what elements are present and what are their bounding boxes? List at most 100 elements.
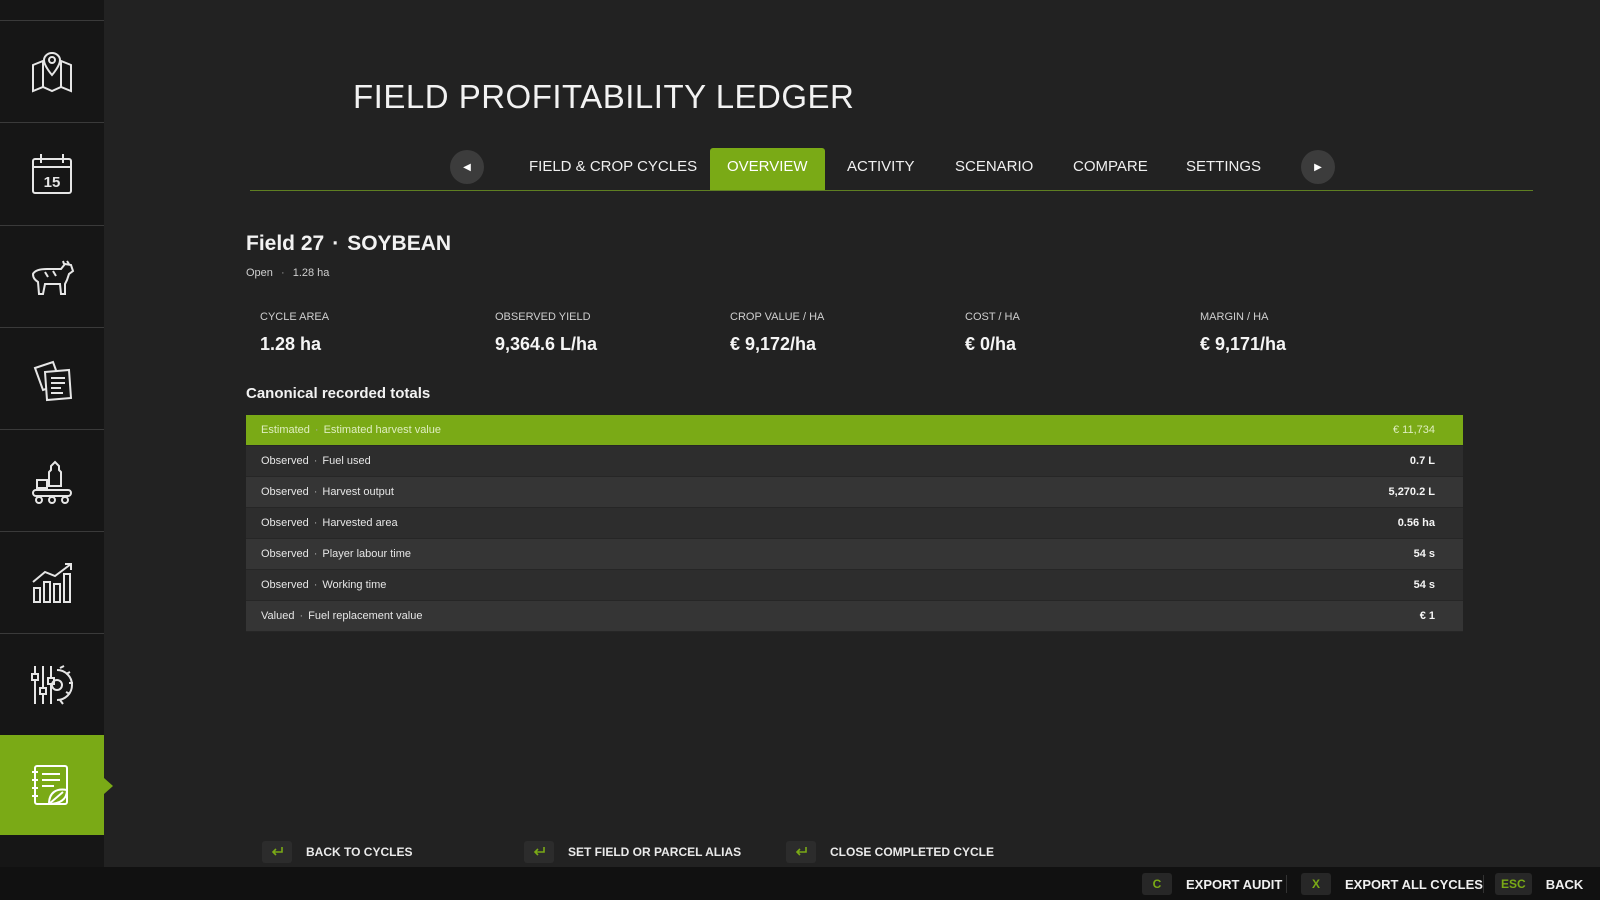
stat-observed-yield: OBSERVED YIELD 9,364.6 L/ha: [495, 311, 597, 355]
stat-label: CROP VALUE / HA: [730, 311, 825, 323]
ledger-separator: ·: [313, 548, 318, 560]
stat-cost: COST / HA € 0/ha: [965, 311, 1020, 355]
footer-divider: [1286, 875, 1287, 893]
ledger-amount: € 1: [1419, 610, 1435, 622]
field-heading: Field 27 · SOYBEAN: [246, 232, 451, 256]
action-bar: BACK TO CYCLES SET FIELD OR PARCEL ALIAS…: [0, 841, 1100, 867]
enter-key-icon: [524, 841, 554, 863]
field-subtitle-separator: ·: [280, 267, 285, 279]
field-area: 1.28 ha: [292, 267, 330, 279]
field-separator: ·: [332, 232, 340, 255]
key-hint-c: C: [1142, 873, 1172, 895]
ledger-row[interactable]: Observed · Harvest output 5,270.2 L: [246, 477, 1463, 508]
sidebar-item-calendar[interactable]: 15: [0, 122, 104, 224]
ledger-amount: 0.56 ha: [1397, 517, 1435, 529]
ledger-separator: ·: [313, 517, 318, 529]
ledger-separator: ·: [314, 424, 319, 436]
bar-chart-icon: [32, 562, 72, 603]
action-label: CLOSE COMPLETED CYCLE: [830, 845, 995, 859]
sidebar-item-ledger[interactable]: [0, 735, 113, 835]
sidebar: 15: [0, 0, 113, 867]
ledger-row[interactable]: Observed · Fuel used 0.7 L: [246, 446, 1463, 477]
calendar-icon: 15: [32, 153, 72, 194]
tab-bar: ◀ FIELD & CROP CYCLES OVERVIEW ACTIVITY …: [250, 148, 1533, 191]
sidebar-item-production[interactable]: [0, 429, 104, 531]
ledger-label: Estimated harvest value: [323, 424, 441, 436]
tab-field-crop-cycles[interactable]: FIELD & CROP CYCLES: [512, 148, 714, 190]
tab-compare[interactable]: COMPARE: [1056, 148, 1165, 190]
footer-bar: C EXPORT AUDIT X EXPORT ALL CYCLES ESC B…: [0, 867, 1600, 900]
ledger-row[interactable]: Observed · Working time 54 s: [246, 570, 1463, 601]
map-pin-icon: [32, 51, 72, 92]
ledger-title: Canonical recorded totals: [246, 385, 431, 402]
field-subtitle: Open · 1.28 ha: [246, 267, 329, 279]
tab-next-button[interactable]: ▶: [1301, 150, 1335, 184]
tab-overview[interactable]: OVERVIEW: [710, 148, 825, 190]
ledger-kind: Observed: [261, 517, 309, 529]
stat-margin: MARGIN / HA € 9,171/ha: [1200, 311, 1286, 355]
sidebar-item-statistics[interactable]: [0, 531, 104, 633]
ledger-separator: ·: [313, 486, 318, 498]
sidebar-item-contracts[interactable]: [0, 327, 104, 429]
tab-prev-button[interactable]: ◀: [450, 150, 484, 184]
field-status: Open: [246, 267, 273, 279]
ledger-label: Fuel used: [322, 455, 371, 467]
ledger-kind: Observed: [261, 579, 309, 591]
ledger-row[interactable]: Estimated · Estimated harvest value € 11,7…: [246, 415, 1463, 446]
set-field-alias-button[interactable]: SET FIELD OR PARCEL ALIAS: [524, 841, 741, 863]
page-title: FIELD PROFITABILITY LEDGER: [353, 78, 855, 115]
export-all-cycles-button[interactable]: X EXPORT ALL CYCLES: [1301, 873, 1483, 895]
tab-activity[interactable]: ACTIVITY: [830, 148, 932, 190]
ledger-table: Estimated · Estimated harvest value € 11,7…: [246, 415, 1463, 632]
sidebar-item-animals[interactable]: [0, 225, 104, 327]
chevron-right-icon: ▶: [1314, 161, 1322, 173]
ledger-label: Harvested area: [322, 517, 398, 529]
ledger-amount: 5,270.2 L: [1388, 486, 1435, 498]
stat-value: € 0/ha: [965, 334, 1017, 354]
ledger-label: Fuel replacement value: [308, 610, 423, 622]
stat-label: CYCLE AREA: [260, 311, 330, 323]
stat-value: 1.28 ha: [260, 334, 322, 354]
enter-key-icon: [786, 841, 816, 863]
ledger-amount: € 11,734: [1392, 424, 1435, 436]
ledger-kind: Estimated: [261, 424, 310, 436]
ledger-kind: Observed: [261, 548, 309, 560]
tab-scenario[interactable]: SCENARIO: [938, 148, 1050, 190]
documents-icon: [33, 360, 73, 401]
back-to-cycles-button[interactable]: BACK TO CYCLES: [262, 841, 412, 863]
tab-settings[interactable]: SETTINGS: [1169, 148, 1278, 190]
footer-divider: [1483, 875, 1484, 893]
ledger-separator: ·: [299, 610, 304, 622]
stat-value: € 9,171/ha: [1200, 334, 1287, 354]
stat-value: € 9,172/ha: [730, 334, 817, 354]
ledger-kind: Observed: [261, 486, 309, 498]
settings-gear-icon: [31, 664, 73, 705]
key-hint-x: X: [1301, 873, 1331, 895]
ledger-row[interactable]: Observed · Harvested area 0.56 ha: [246, 508, 1463, 539]
ledger-kind: Observed: [261, 455, 309, 467]
footer-label: BACK: [1545, 876, 1584, 892]
sidebar-item-settings[interactable]: [0, 633, 104, 735]
stat-label: COST / HA: [965, 311, 1020, 323]
ledger-row[interactable]: Valued · Fuel replacement value € 1: [246, 601, 1463, 632]
stat-label: MARGIN / HA: [1200, 311, 1269, 323]
close-completed-cycle-button[interactable]: CLOSE COMPLETED CYCLE: [786, 841, 994, 863]
cow-icon: [31, 259, 75, 295]
export-audit-button[interactable]: C EXPORT AUDIT: [1142, 873, 1282, 895]
footer-label: EXPORT ALL CYCLES: [1345, 876, 1483, 892]
sidebar-item-map[interactable]: [0, 20, 104, 122]
footer-label: EXPORT AUDIT: [1186, 876, 1283, 892]
ledger-amount: 54 s: [1413, 579, 1435, 591]
ledger-label: Working time: [322, 579, 387, 591]
calendar-day: 15: [44, 174, 61, 191]
stat-crop-value: CROP VALUE / HA € 9,172/ha: [730, 311, 824, 355]
stat-label: OBSERVED YIELD: [495, 311, 591, 323]
action-label: BACK TO CYCLES: [306, 845, 413, 859]
action-label: SET FIELD OR PARCEL ALIAS: [568, 845, 742, 859]
stat-value: 9,364.6 L/ha: [495, 334, 598, 354]
back-button[interactable]: ESC BACK: [1495, 873, 1583, 895]
chevron-left-icon: ◀: [463, 161, 471, 173]
enter-key-icon: [262, 841, 292, 863]
ledger-amount: 54 s: [1413, 548, 1435, 560]
ledger-row[interactable]: Observed · Player labour time 54 s: [246, 539, 1463, 570]
